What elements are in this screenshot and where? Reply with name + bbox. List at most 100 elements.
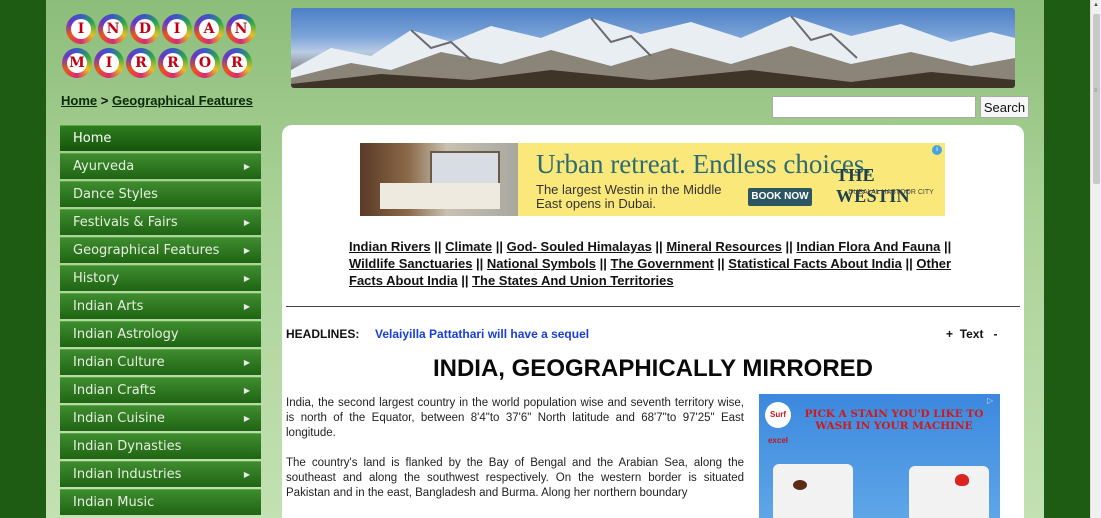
logo-letter: R (131, 53, 151, 73)
breadcrumb-current-link[interactable]: Geographical Features (112, 93, 253, 108)
sidebar-item-label: Indian Music (73, 495, 155, 510)
text-size-control: + Text - (946, 327, 998, 341)
text-decrease-button[interactable]: - (994, 327, 998, 341)
ad-book-now-button[interactable]: BOOK NOW (748, 188, 812, 206)
scroll-grip-icon: ≡ (1094, 88, 1098, 94)
logo-letter: R (227, 53, 247, 73)
sidebar-item-history[interactable]: History ▶ (60, 265, 261, 291)
search-button[interactable]: Search (980, 96, 1029, 118)
sidebar-item-label: Ayurveda (73, 159, 135, 174)
topic-link-separator: || (713, 256, 729, 271)
topic-link[interactable]: Indian Flora And Fauna (796, 239, 940, 254)
scrollbar-thumb[interactable] (1093, 14, 1100, 184)
ad-shirt-image (909, 466, 989, 518)
sidebar-item-indian-crafts[interactable]: Indian Crafts ▶ (60, 377, 261, 403)
sidebar-item-label: Indian Crafts (73, 383, 156, 398)
logo-letter-ball: A (194, 14, 224, 44)
topic-link-separator: || (781, 239, 797, 254)
submenu-arrow-icon: ▶ (243, 414, 250, 423)
breadcrumb-home-link[interactable]: Home (61, 93, 97, 108)
sidebar-item-label: Indian Culture (73, 355, 165, 370)
sidebar-item-label: Festivals & Fairs (73, 215, 178, 230)
sidebar-item-indian-arts[interactable]: Indian Arts ▶ (60, 293, 261, 319)
ad-info-icon[interactable]: i (932, 145, 942, 155)
sidebar-item-indian-cuisine[interactable]: Indian Cuisine ▶ (60, 405, 261, 431)
topic-link[interactable]: Mineral Resources (666, 239, 782, 254)
sidebar-item-label: History (73, 271, 120, 286)
sidebar-item-indian-industries[interactable]: Indian Industries ▶ (60, 461, 261, 487)
logo-letter-ball: O (190, 48, 220, 78)
ad-surf-text: PICK A STAIN YOU'D LIKE TO WASH IN YOUR … (804, 408, 984, 432)
logo-letter-ball: R (222, 48, 252, 78)
logo-letter-ball: R (126, 48, 156, 78)
topic-link-separator: || (901, 256, 917, 271)
sidebar-item-ayurveda[interactable]: Ayurveda ▶ (60, 153, 261, 179)
logo-letter: O (195, 53, 215, 73)
logo-letter-ball: I (94, 48, 124, 78)
ad-choices-icon[interactable]: ▷ (987, 396, 999, 406)
text-size-label: Text (959, 327, 984, 341)
logo-letter-ball: M (62, 48, 92, 78)
text-increase-button[interactable]: + (946, 327, 953, 341)
site-logo[interactable]: INDIANMIRROR (62, 14, 262, 82)
logo-letter: N (231, 19, 251, 39)
topic-link[interactable]: Climate (445, 239, 492, 254)
topic-link-separator: || (596, 256, 611, 271)
sidebar-item-festivals-fairs[interactable]: Festivals & Fairs ▶ (60, 209, 261, 235)
ad-surf-logo: Surf excel (765, 402, 791, 445)
breadcrumb-separator: > (100, 93, 109, 108)
scroll-up-arrow-icon[interactable]: ▲ (1093, 2, 1099, 8)
sidebar-item-indian-dynasties[interactable]: Indian Dynasties (60, 433, 261, 459)
westin-advertisement[interactable]: Urban retreat. Endless choices. The larg… (360, 143, 945, 216)
topic-link[interactable]: Indian Rivers (349, 239, 431, 254)
topic-link[interactable]: Statistical Facts About India (728, 256, 902, 271)
sidebar-item-label: Indian Dynasties (73, 439, 182, 454)
ad-subtext: The largest Westin in the Middle East op… (536, 182, 722, 211)
sidebar-item-indian-astrology[interactable]: Indian Astrology (60, 321, 261, 347)
article-body: India, the second largest country in the… (286, 396, 744, 516)
topic-links: Indian Rivers || Climate || God- Souled … (349, 238, 969, 289)
topic-link[interactable]: Wildlife Sanctuaries (349, 256, 472, 271)
article-paragraph: The country's land is flanked by the Bay… (286, 457, 744, 499)
sidebar-item-indian-music[interactable]: Indian Music (60, 489, 261, 515)
breadcrumb: Home > Geographical Features (61, 93, 253, 108)
search-input[interactable] (772, 96, 976, 118)
logo-letter: N (103, 19, 123, 39)
topic-link[interactable]: God- Souled Himalayas (507, 239, 652, 254)
submenu-arrow-icon: ▶ (243, 302, 250, 311)
ad-window (430, 151, 500, 185)
logo-letter-ball: D (130, 14, 160, 44)
article-paragraph: India, the second largest country in the… (286, 397, 744, 439)
submenu-arrow-icon: ▶ (243, 470, 250, 479)
sidebar-item-label: Dance Styles (73, 187, 158, 202)
sidebar-item-label: Indian Astrology (73, 327, 179, 342)
submenu-arrow-icon: ▶ (243, 218, 250, 227)
main-content: Urban retreat. Endless choices. The larg… (282, 125, 1024, 518)
sidebar-item-label: Indian Cuisine (73, 411, 165, 426)
submenu-arrow-icon: ▶ (243, 246, 250, 255)
sidebar-item-geographical-features[interactable]: Geographical Features ▶ (60, 237, 261, 263)
sidebar-item-home[interactable]: Home (60, 125, 261, 151)
sidebar-item-indian-culture[interactable]: Indian Culture ▶ (60, 349, 261, 375)
sidebar-item-dance-styles[interactable]: Dance Styles (60, 181, 261, 207)
sidebar-nav: Home Ayurveda ▶ Dance Styles Festivals & Fai… (60, 125, 261, 517)
ad-headline: Urban retreat. Endless choices. (536, 149, 872, 179)
topic-link[interactable]: The Government (611, 256, 714, 271)
sidebar-item-label: Indian Arts (73, 299, 144, 314)
topic-link[interactable]: National Symbols (487, 256, 596, 271)
vertical-scrollbar[interactable]: ▲ ≡ (1090, 0, 1101, 518)
headline-link[interactable]: Velaiyilla Pattathari will have a sequel (375, 327, 589, 341)
topic-link-separator: || (940, 239, 952, 254)
logo-letter: A (199, 19, 219, 39)
logo-letter: I (167, 19, 187, 39)
ad-hotel-room-image (360, 143, 518, 216)
logo-letter: M (67, 53, 87, 73)
ad-bed (380, 183, 500, 209)
topic-link-separator: || (472, 256, 487, 271)
topic-link[interactable]: The States And Union Territories (472, 273, 674, 288)
ad-heart-icon (955, 474, 969, 486)
sidebar-item-label: Geographical Features (73, 243, 220, 258)
logo-letter-ball: R (158, 48, 188, 78)
logo-letter: I (71, 19, 91, 39)
surf-excel-advertisement[interactable]: Surf excel PICK A STAIN YOU'D LIKE TO WA… (759, 394, 1000, 518)
